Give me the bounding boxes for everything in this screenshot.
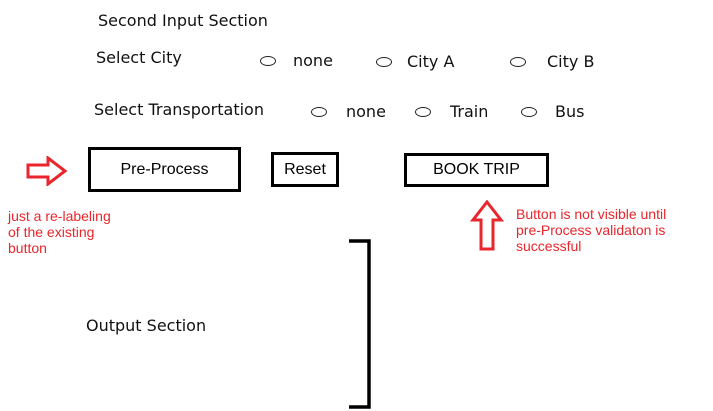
transport-option-label: none (346, 102, 386, 121)
radio-bus[interactable] (521, 106, 537, 117)
city-option-city-b[interactable]: City B (510, 52, 594, 71)
transport-option-label: Train (450, 102, 489, 121)
city-option-label: City A (407, 52, 455, 71)
arrow-right-icon (26, 156, 68, 186)
transport-option-train[interactable]: Train (415, 102, 488, 121)
city-option-none[interactable]: none (260, 51, 333, 70)
radio-none-city[interactable] (260, 55, 276, 66)
relabel-annotation: just a re-labeling of the existing butto… (8, 208, 111, 256)
arrow-up-icon (470, 200, 504, 251)
output-section-label: Output Section (86, 316, 207, 335)
select-transportation-label: Select Transportation (94, 100, 264, 119)
select-city-label: Select City (96, 48, 182, 67)
section-title: Second Input Section (98, 11, 268, 30)
transport-option-label: Bus (555, 102, 585, 121)
reset-button[interactable]: Reset (271, 152, 339, 187)
city-option-label: none (293, 51, 333, 70)
radio-train[interactable] (415, 106, 431, 117)
visibility-annotation: Button is not visible until pre-Process … (516, 206, 667, 254)
city-option-city-a[interactable]: City A (376, 52, 454, 71)
pre-process-button[interactable]: Pre-Process (88, 147, 241, 192)
radio-none-transport[interactable] (311, 106, 327, 117)
transport-option-bus[interactable]: Bus (521, 102, 584, 121)
output-section-bracket (349, 239, 371, 409)
transport-option-none[interactable]: none (311, 102, 386, 121)
radio-city-a[interactable] (376, 56, 392, 67)
book-trip-button[interactable]: BOOK TRIP (404, 153, 549, 187)
city-option-label: City B (547, 52, 595, 71)
radio-city-b[interactable] (510, 56, 526, 67)
